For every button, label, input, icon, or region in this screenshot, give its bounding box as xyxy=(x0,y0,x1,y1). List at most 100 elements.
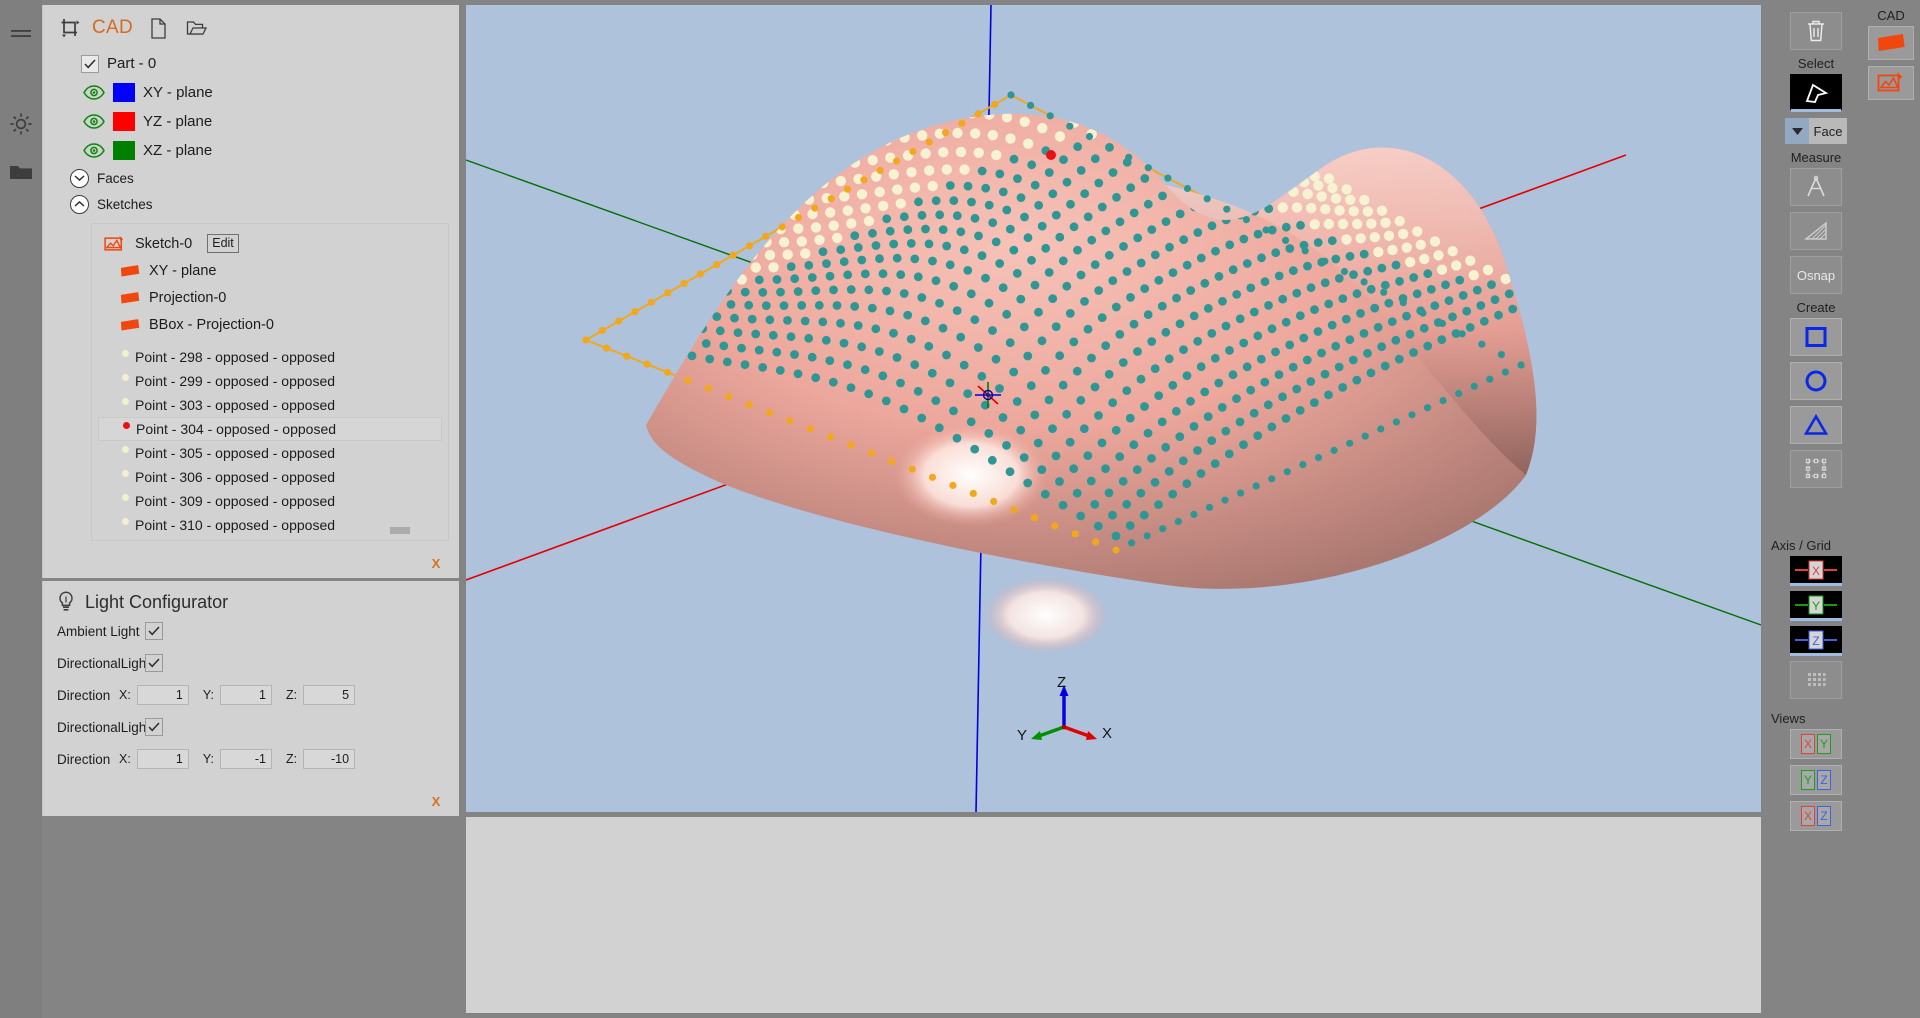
menu-icon[interactable] xyxy=(0,14,42,58)
selected-point-marker xyxy=(1046,150,1056,160)
list-item-selected[interactable]: Point - 304 - opposed - opposed xyxy=(98,417,442,441)
menu-icon-glyph xyxy=(10,28,32,44)
close-light-panel-button[interactable]: X xyxy=(427,792,445,810)
check-icon xyxy=(84,59,96,69)
view-tile-y: Y xyxy=(1817,734,1831,754)
sketch-child-row[interactable]: Projection-0 xyxy=(98,284,442,311)
y-axis-label: Y: xyxy=(203,752,214,766)
close-tree-panel-button[interactable]: X xyxy=(427,554,445,572)
view-xy-button[interactable]: X Y xyxy=(1790,729,1842,759)
tree-row-label: XZ - plane xyxy=(143,142,212,159)
settings-icon[interactable] xyxy=(0,102,42,146)
distance-measure-button[interactable] xyxy=(1790,212,1842,250)
view-tile-x: X xyxy=(1801,806,1815,826)
create-circle-button[interactable] xyxy=(1790,362,1842,400)
model-tree-panel: CAD Part - 0 xyxy=(42,5,459,578)
axis-grid-section-label: Axis / Grid xyxy=(1766,538,1866,553)
sketch-edit-button[interactable]: Edit xyxy=(207,234,239,253)
chevron-down-icon[interactable] xyxy=(1785,118,1809,144)
sketch-child-row[interactable]: XY - plane xyxy=(98,257,442,284)
delete-button[interactable] xyxy=(1790,12,1842,50)
point-color-dot xyxy=(122,350,129,357)
point-color-dot xyxy=(122,446,129,453)
point-label: Point - 304 - opposed - opposed xyxy=(136,421,336,437)
list-item[interactable]: Point - 303 - opposed - opposed xyxy=(98,393,442,417)
cursor-select-button[interactable] xyxy=(1790,74,1842,112)
create-sketch-button[interactable] xyxy=(1868,66,1914,100)
toggle-z-axis-button[interactable]: Z xyxy=(1790,626,1842,656)
list-item[interactable]: Point - 298 - opposed - opposed xyxy=(98,345,442,369)
axis-gizmo xyxy=(1031,685,1097,740)
plane-color-swatch xyxy=(113,141,135,160)
sketch-child-row[interactable]: BBox - Projection-0 xyxy=(98,311,442,338)
3d-scene xyxy=(466,5,1761,812)
list-item[interactable]: Point - 305 - opposed - opposed xyxy=(98,441,442,465)
sketch-label: Sketch-0 xyxy=(135,236,192,252)
axis-gizmo-z-label: Z xyxy=(1057,674,1066,691)
right-cad-panel: CAD xyxy=(1862,0,1920,1018)
part-visibility-checkbox[interactable] xyxy=(81,55,99,73)
tree-section-faces[interactable]: Faces xyxy=(53,165,459,191)
light1-direction-y-input[interactable]: 1 xyxy=(220,685,272,705)
tree-row-xy-plane[interactable]: XY - plane xyxy=(53,78,459,107)
create-triangle-button[interactable] xyxy=(1790,406,1842,444)
light2-direction-x-input[interactable]: 1 xyxy=(137,749,189,769)
point-label: Point - 309 - opposed - opposed xyxy=(135,493,335,509)
sketch-row[interactable]: Sketch-0 Edit xyxy=(98,230,442,257)
light2-direction-z-input[interactable]: -10 xyxy=(303,749,355,769)
eye-icon-glyph xyxy=(83,85,105,100)
tree-row-part[interactable]: Part - 0 xyxy=(53,49,459,78)
selection-mode-label: Face xyxy=(1809,118,1847,144)
osnap-button[interactable]: Osnap xyxy=(1790,256,1842,294)
directional-light2-row: DirectionalLight2 xyxy=(43,711,459,743)
sketch-child-label: XY - plane xyxy=(149,263,216,279)
eye-icon-glyph xyxy=(83,143,105,158)
x-axis-label: X: xyxy=(119,752,131,766)
light1-direction-z-input[interactable]: 5 xyxy=(303,685,355,705)
view-yz-button[interactable]: Y Z xyxy=(1790,765,1842,795)
list-item[interactable]: Point - 309 - opposed - opposed xyxy=(98,489,442,513)
y-axis-label: Y: xyxy=(203,688,214,702)
visibility-eye-icon[interactable] xyxy=(83,143,105,159)
horizontal-scrollbar[interactable] xyxy=(390,527,410,534)
open-file-button[interactable] xyxy=(183,15,209,41)
chevron-down-icon[interactable] xyxy=(70,169,89,188)
toggle-x-axis-button[interactable]: X xyxy=(1790,556,1842,586)
ambient-light-label: Ambient Light xyxy=(57,624,145,639)
light-panel-title: Light Configurator xyxy=(85,592,228,613)
crop-icon xyxy=(59,18,80,39)
view-xz-button[interactable]: X Z xyxy=(1790,801,1842,831)
list-item[interactable]: Point - 299 - opposed - opposed xyxy=(98,369,442,393)
toggle-y-axis-button[interactable]: Y xyxy=(1790,591,1842,621)
directional-light2-checkbox[interactable] xyxy=(145,718,163,736)
angle-measure-button[interactable] xyxy=(1790,168,1842,206)
selection-mode-dropdown[interactable]: Face xyxy=(1785,118,1847,144)
light1-direction-x-input[interactable]: 1 xyxy=(137,685,189,705)
directional-light1-checkbox[interactable] xyxy=(145,654,163,672)
point-color-dot xyxy=(122,374,129,381)
list-item[interactable]: Point - 306 - opposed - opposed xyxy=(98,465,442,489)
point-color-dot xyxy=(123,422,130,429)
create-plane-button[interactable] xyxy=(1868,26,1914,60)
create-bounding-box-button[interactable] xyxy=(1790,450,1842,488)
chevron-up-icon[interactable] xyxy=(70,195,89,214)
rectangle-icon xyxy=(1804,326,1828,348)
ambient-light-checkbox[interactable] xyxy=(145,622,163,640)
tree-row-xz-plane[interactable]: XZ - plane xyxy=(53,136,459,165)
light2-direction-y-input[interactable]: -1 xyxy=(220,749,272,769)
new-file-button[interactable] xyxy=(145,15,171,41)
tree-row-yz-plane[interactable]: YZ - plane xyxy=(53,107,459,136)
check-icon xyxy=(148,626,160,636)
chevron-down-glyph xyxy=(74,174,85,182)
projection-icon xyxy=(120,291,140,305)
create-rectangle-button[interactable] xyxy=(1790,318,1842,356)
3d-viewport[interactable]: Z Y X xyxy=(466,5,1761,812)
toggle-grid-button[interactable] xyxy=(1790,661,1842,699)
visibility-eye-icon[interactable] xyxy=(83,85,105,101)
visibility-eye-icon[interactable] xyxy=(83,114,105,130)
tree-section-sketches[interactable]: Sketches xyxy=(53,191,459,217)
folder-icon[interactable] xyxy=(0,150,42,194)
create-section-label: Create xyxy=(1766,300,1866,315)
app-title: CAD xyxy=(92,17,133,39)
views-section-label: Views xyxy=(1766,711,1866,726)
